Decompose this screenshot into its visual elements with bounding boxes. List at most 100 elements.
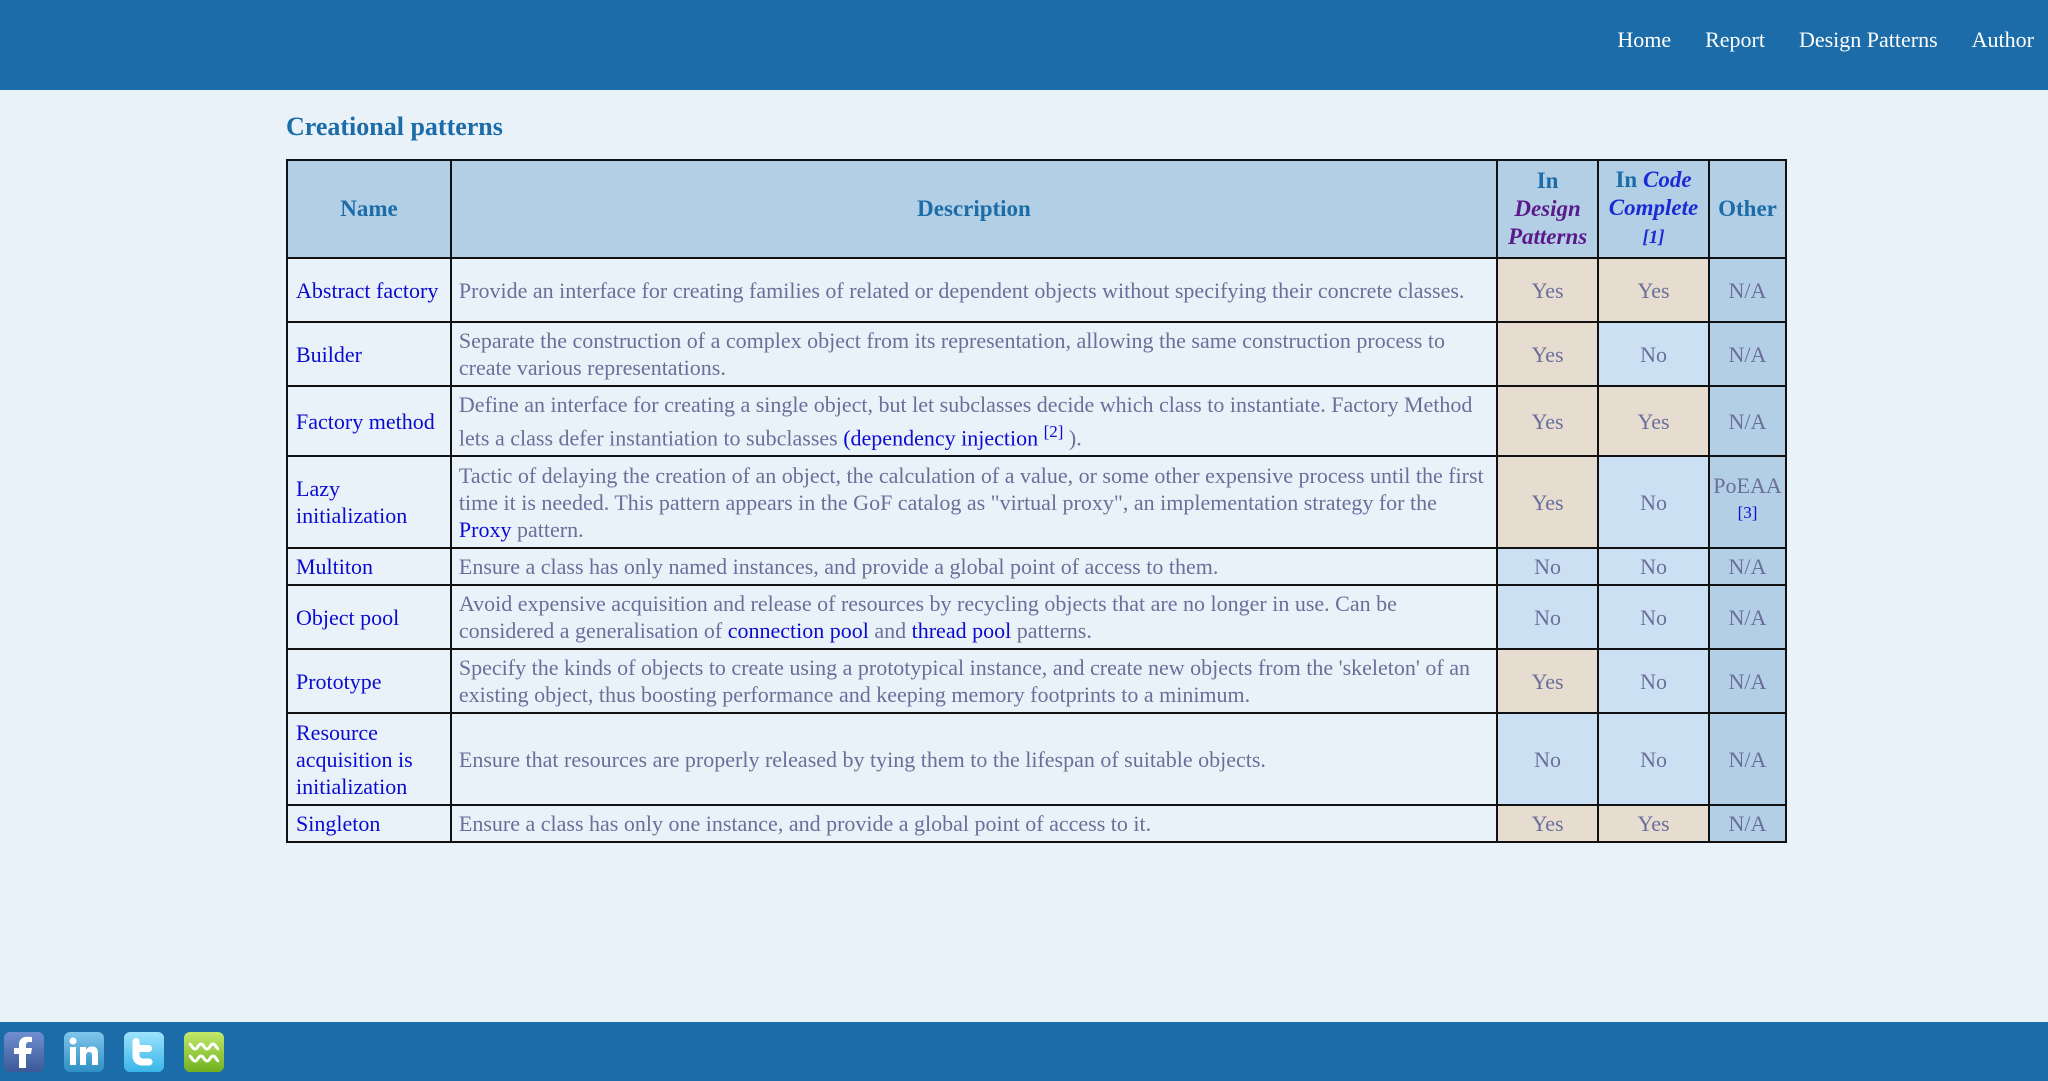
pattern-description: Ensure that resources are properly relea… bbox=[449, 712, 1499, 807]
other-cell: N/A bbox=[1708, 321, 1787, 387]
pattern-description: Specify the kinds of objects to create u… bbox=[449, 648, 1499, 715]
header-in-code-complete: In Code Complete [1] bbox=[1597, 159, 1710, 259]
description-text: Separate the construction of a complex o… bbox=[458, 328, 1445, 380]
pattern-description: Ensure a class has only one instance, an… bbox=[449, 804, 1499, 844]
nav-home-link[interactable]: Home bbox=[1600, 27, 1688, 53]
in-code-complete-cell: No bbox=[1597, 712, 1710, 807]
table-row: Multiton Ensure a class has only named in… bbox=[286, 547, 1787, 587]
pattern-name-cell: Prototype bbox=[286, 648, 452, 715]
pattern-name-link[interactable]: Builder bbox=[296, 342, 362, 367]
description-link[interactable]: Proxy bbox=[459, 517, 512, 542]
table-row: Singleton Ensure a class has only one ins… bbox=[286, 804, 1787, 844]
in-code-complete-cell: Yes bbox=[1597, 804, 1710, 844]
in-code-complete-cell: No bbox=[1597, 455, 1710, 550]
pattern-name-link[interactable]: Prototype bbox=[296, 669, 382, 694]
nav-author-link[interactable]: Author bbox=[1955, 27, 2048, 53]
table-header-row: Name Description In Design Patterns In C… bbox=[286, 159, 1787, 259]
header-cc-title-2[interactable]: Complete bbox=[1609, 195, 1698, 220]
pattern-name-cell: Builder bbox=[286, 321, 452, 387]
pattern-name-cell: Multiton bbox=[286, 547, 452, 587]
header-name: Name bbox=[286, 159, 452, 259]
in-design-patterns-cell: No bbox=[1496, 547, 1600, 587]
in-code-complete-cell: Yes bbox=[1597, 384, 1710, 458]
description-link[interactable]: (dependency injection bbox=[843, 425, 1038, 450]
description-text: Specify the kinds of objects to create u… bbox=[458, 655, 1470, 708]
pattern-description: Separate the construction of a complex o… bbox=[449, 321, 1499, 387]
in-design-patterns-cell: Yes bbox=[1496, 804, 1600, 844]
creational-patterns-table: Name Description In Design Patterns In C… bbox=[286, 159, 1787, 844]
other-text: PoEAA bbox=[1713, 473, 1782, 499]
pattern-name-cell: Abstract factory bbox=[286, 257, 452, 323]
header-dp-title-2[interactable]: Patterns bbox=[1508, 224, 1587, 249]
pattern-name-link[interactable]: Resource acquisition is initialization bbox=[296, 720, 413, 799]
pattern-name-cell: Object pool bbox=[286, 584, 452, 651]
social-links bbox=[4, 1032, 224, 1072]
twitter-icon[interactable] bbox=[124, 1032, 164, 1072]
description-text: and bbox=[868, 618, 912, 644]
facebook-icon[interactable] bbox=[4, 1032, 44, 1072]
in-design-patterns-cell: Yes bbox=[1496, 257, 1600, 323]
description-text: Ensure a class has only one instance, an… bbox=[458, 811, 1152, 837]
in-design-patterns-cell: Yes bbox=[1496, 648, 1600, 715]
pattern-name-cell: Resource acquisition is initialization bbox=[286, 712, 452, 807]
pattern-name-link[interactable]: Lazy initialization bbox=[296, 476, 407, 528]
pattern-description: Ensure a class has only named instances,… bbox=[449, 547, 1499, 587]
description-text: pattern. bbox=[511, 516, 584, 542]
pattern-name-cell: Singleton bbox=[286, 804, 452, 844]
table-row: Lazy initialization Tactic of delaying th… bbox=[286, 455, 1787, 550]
header-cc-ref[interactable]: [1] bbox=[1642, 227, 1664, 248]
other-cell: N/A bbox=[1708, 584, 1787, 651]
other-cell: N/A bbox=[1708, 384, 1787, 458]
description-text: Tactic of delaying the creation of an ob… bbox=[458, 462, 1484, 515]
in-code-complete-cell: No bbox=[1597, 321, 1710, 387]
header-other: Other bbox=[1708, 159, 1787, 259]
table-row: Factory method Define an interface for cr… bbox=[286, 384, 1787, 458]
description-text: patterns. bbox=[1011, 618, 1092, 644]
in-design-patterns-cell: No bbox=[1496, 584, 1600, 651]
main-nav: Home Report Design Patterns Author bbox=[1600, 0, 2048, 80]
description-link[interactable]: connection pool bbox=[728, 618, 869, 643]
other-cell: N/A bbox=[1708, 257, 1787, 323]
in-design-patterns-cell: No bbox=[1496, 712, 1600, 807]
pattern-name-link[interactable]: Object pool bbox=[296, 605, 399, 630]
in-design-patterns-cell: Yes bbox=[1496, 455, 1600, 550]
description-text: Ensure a class has only named instances,… bbox=[458, 554, 1219, 580]
description-text: ). bbox=[1063, 425, 1082, 451]
pattern-description: Provide an interface for creating famili… bbox=[449, 257, 1499, 323]
pattern-name-link[interactable]: Abstract factory bbox=[296, 278, 438, 303]
pattern-description: Define an interface for creating a singl… bbox=[449, 384, 1499, 458]
other-cell: N/A bbox=[1708, 648, 1787, 715]
description-text: Ensure that resources are properly relea… bbox=[458, 746, 1266, 772]
other-cell: N/A bbox=[1708, 547, 1787, 587]
top-bar: Home Report Design Patterns Author bbox=[0, 0, 2048, 90]
pattern-name-link[interactable]: Multiton bbox=[296, 554, 373, 579]
description-link[interactable]: thread pool bbox=[912, 618, 1012, 643]
header-dp-in: In bbox=[1536, 168, 1559, 193]
pattern-description: Avoid expensive acquisition and release … bbox=[449, 584, 1499, 651]
section-title: Creational patterns bbox=[286, 112, 503, 141]
citation-link[interactable]: [2] bbox=[1044, 422, 1064, 441]
in-code-complete-cell: No bbox=[1597, 584, 1710, 651]
table-row: Resource acquisition is initialization En… bbox=[286, 712, 1787, 807]
citation-link[interactable]: [3] bbox=[1738, 503, 1758, 522]
header-cc-in: In bbox=[1615, 167, 1638, 192]
header-in-design-patterns: In Design Patterns bbox=[1496, 159, 1600, 259]
other-cell: N/A bbox=[1708, 712, 1787, 807]
header-dp-title-1[interactable]: Design bbox=[1514, 196, 1580, 221]
wg-icon[interactable] bbox=[184, 1032, 224, 1072]
other-cell: N/A bbox=[1708, 804, 1787, 844]
description-text: Provide an interface for creating famili… bbox=[458, 277, 1465, 303]
in-design-patterns-cell: Yes bbox=[1496, 321, 1600, 387]
table-row: Abstract factory Provide an interface for… bbox=[286, 257, 1787, 323]
in-code-complete-cell: No bbox=[1597, 547, 1710, 587]
table-row: Builder Separate the construction of a co… bbox=[286, 321, 1787, 387]
pattern-name-link[interactable]: Factory method bbox=[296, 409, 435, 434]
table-body: Abstract factory Provide an interface for… bbox=[286, 257, 1787, 844]
nav-design-patterns-link[interactable]: Design Patterns bbox=[1782, 27, 1955, 53]
header-cc-title-1[interactable]: Code bbox=[1643, 167, 1692, 192]
other-cell: PoEAA [3] bbox=[1708, 455, 1787, 550]
table-row: Prototype Specify the kinds of objects to… bbox=[286, 648, 1787, 715]
linkedin-icon[interactable] bbox=[64, 1032, 104, 1072]
nav-report-link[interactable]: Report bbox=[1688, 27, 1782, 53]
pattern-name-link[interactable]: Singleton bbox=[296, 811, 380, 836]
